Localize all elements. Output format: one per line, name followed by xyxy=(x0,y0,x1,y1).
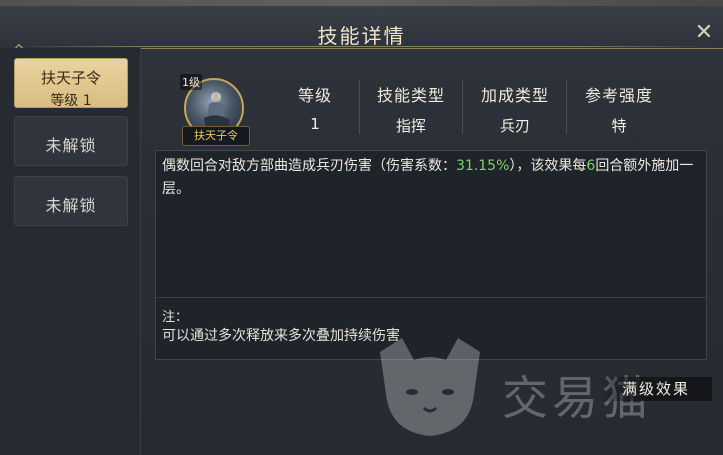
note-label: 注： xyxy=(162,310,189,325)
stat-label: 技能类型 xyxy=(376,86,445,105)
stat-label: 加成类型 xyxy=(480,86,549,105)
skill-description-box: 偶数回合对敌方部曲造成兵刃伤害（伤害系数：31.15%），该效果每6回合额外施加… xyxy=(155,150,707,360)
note-text: 可以通过多次释放来多次叠加持续伤害 xyxy=(162,328,400,344)
desc-text-2: ），该效果每 xyxy=(509,158,587,174)
close-icon[interactable]: ✕ xyxy=(691,20,717,46)
stat-bonus-type: 加成类型 兵刃 xyxy=(470,82,560,136)
desc-text-1: 偶数回合对敌方部曲造成兵刃伤害（伤害系数： xyxy=(162,158,456,174)
tab-locked-1[interactable]: 未解锁 xyxy=(14,116,128,166)
stat-divider xyxy=(359,80,360,134)
skill-name-plate: 扶天子令 xyxy=(182,126,250,146)
stat-divider xyxy=(462,80,463,134)
tab-locked-label: 未解锁 xyxy=(45,136,97,155)
title-bar: 技能详情 ✕ xyxy=(0,6,723,59)
stat-value: 指挥 xyxy=(395,117,426,135)
tab-locked-2[interactable]: 未解锁 xyxy=(14,176,128,226)
stat-divider xyxy=(566,80,567,134)
stat-label: 等级 xyxy=(297,86,332,105)
tab-skill-1[interactable]: 扶天子令 等级 1 xyxy=(14,58,128,109)
stat-level: 等级 1 xyxy=(270,82,360,133)
skill-icon: 1级 扶天子令 xyxy=(180,74,254,146)
damage-coefficient: 31.15% xyxy=(456,158,510,174)
stat-label: 参考强度 xyxy=(584,86,653,105)
max-level-effect-button[interactable]: 满级效果 xyxy=(600,377,712,401)
skill-level-badge: 1级 xyxy=(180,74,202,90)
stat-value: 兵刃 xyxy=(499,117,530,135)
round-interval: 6 xyxy=(586,158,596,174)
stat-strength: 参考强度 特 xyxy=(574,82,664,136)
tab-skill-name: 扶天子令 xyxy=(40,69,101,87)
stat-skill-type: 技能类型 指挥 xyxy=(366,82,456,136)
note-divider xyxy=(156,297,706,298)
skill-description: 偶数回合对敌方部曲造成兵刃伤害（伤害系数：31.15%），该效果每6回合额外施加… xyxy=(162,155,702,201)
stat-value: 特 xyxy=(611,117,627,135)
stat-value: 1 xyxy=(310,115,320,133)
tab-skill-level: 等级 1 xyxy=(50,93,92,109)
window-title: 技能详情 xyxy=(317,24,406,48)
tab-locked-label: 未解锁 xyxy=(45,196,97,215)
